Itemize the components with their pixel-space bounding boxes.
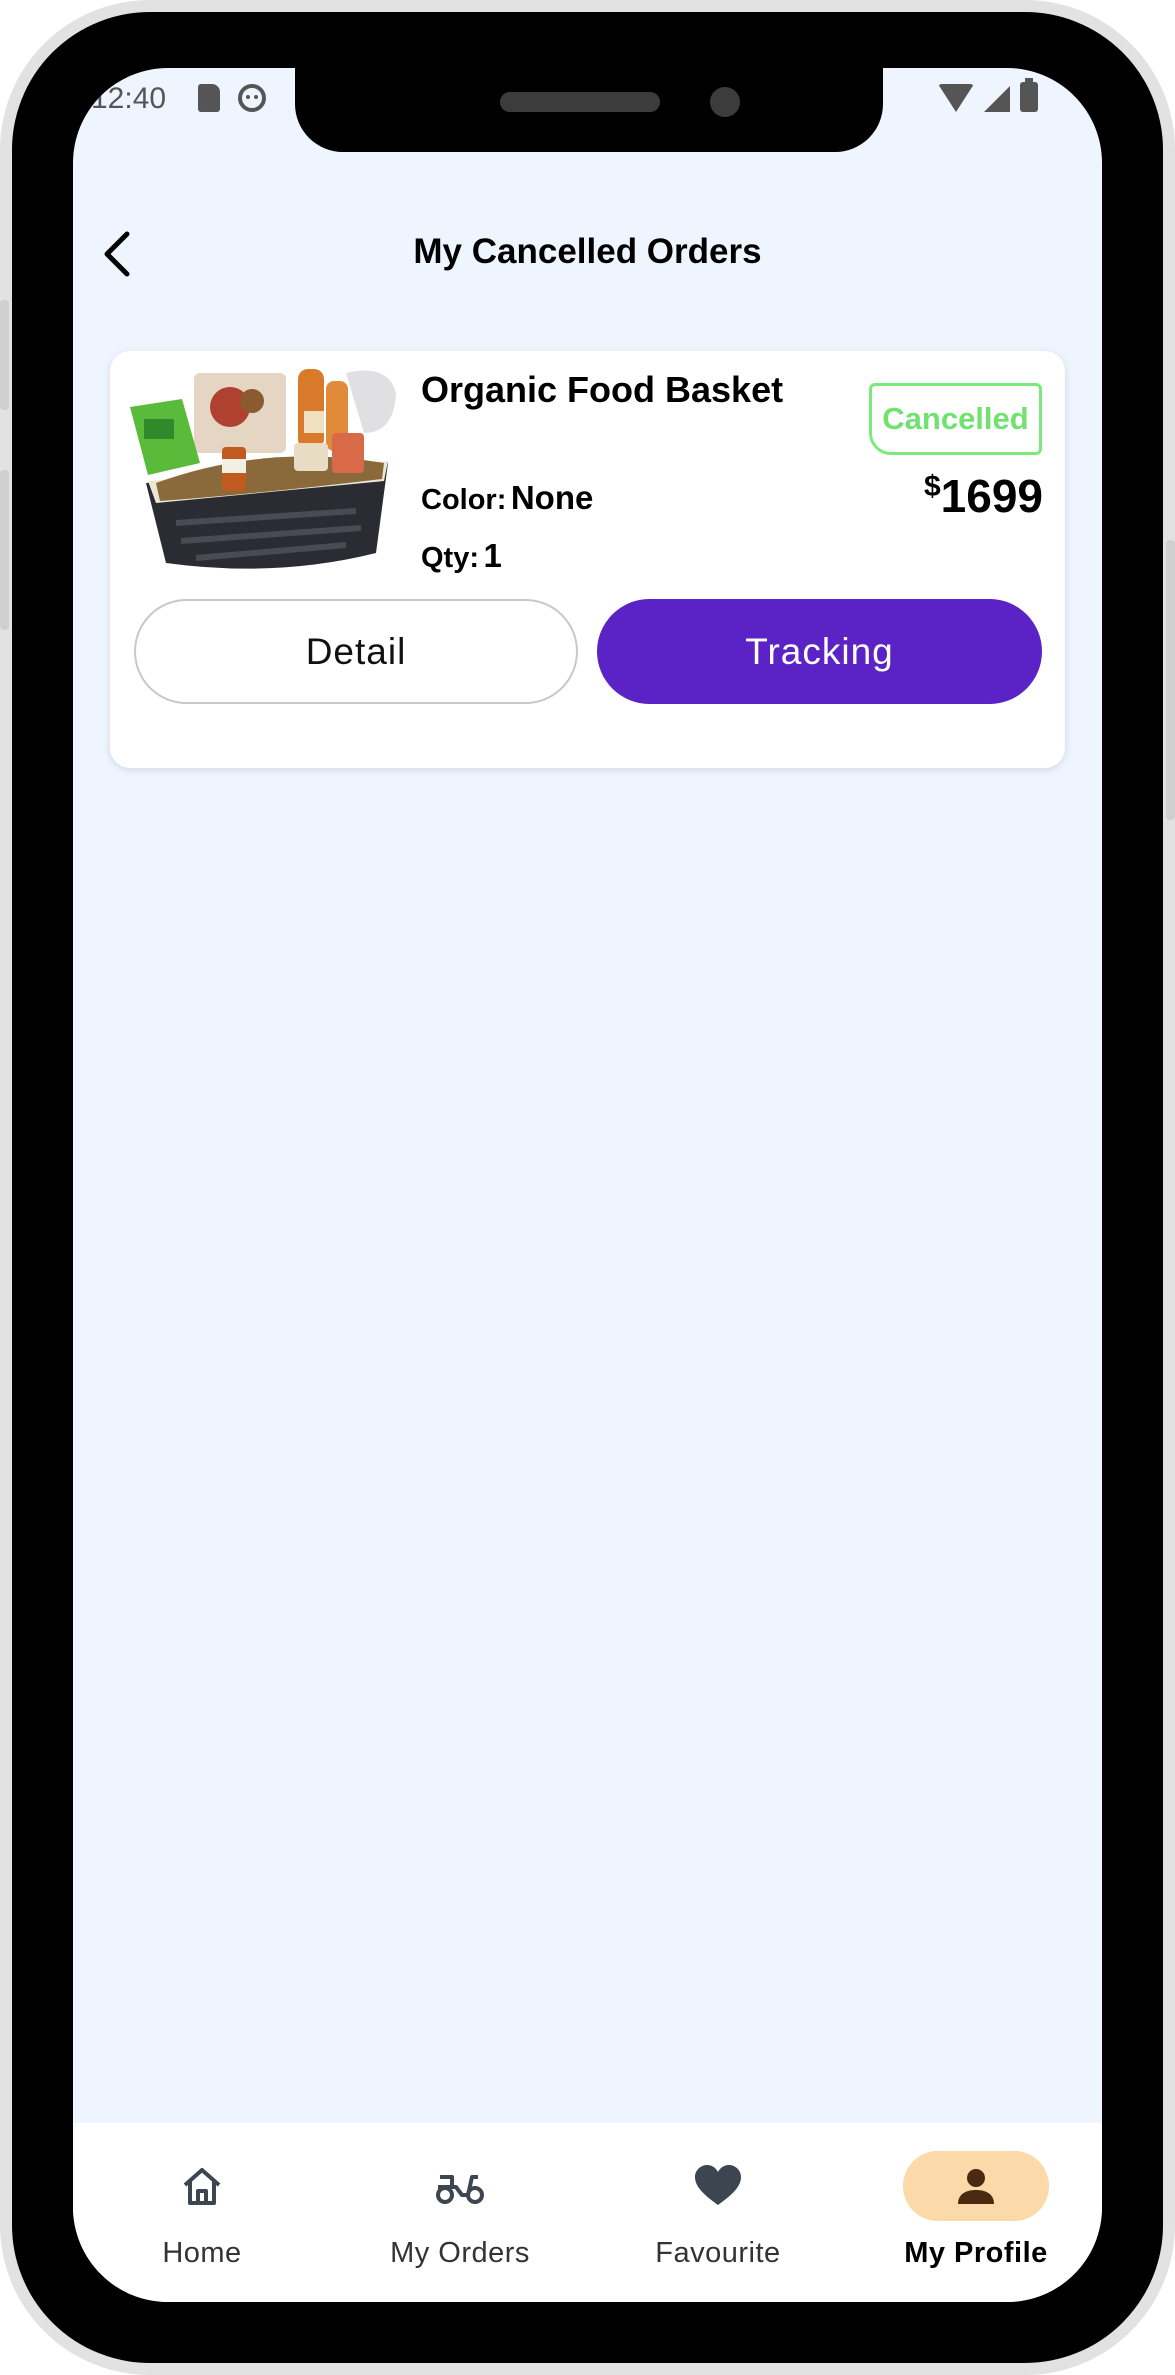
nav-label-home: Home (162, 2237, 242, 2269)
nav-label-my-orders: My Orders (390, 2237, 530, 2269)
status-icons-right (938, 78, 1038, 112)
home-icon (183, 2168, 221, 2205)
face-icon (238, 84, 266, 112)
qty-label: Qty: (421, 542, 479, 574)
nav-item-home[interactable]: Home (73, 2123, 331, 2302)
wifi-icon (938, 84, 974, 112)
product-name: Organic Food Basket (421, 369, 784, 410)
signal-icon (984, 86, 1010, 112)
nav-item-my-profile[interactable]: My Profile (847, 2123, 1102, 2302)
price: $1699 (924, 469, 1043, 523)
price-value: 1699 (940, 470, 1043, 522)
phone-side-button (1166, 540, 1175, 820)
nav-label-my-profile: My Profile (904, 2237, 1048, 2269)
phone-screen: 12:40 My Cancelled Orders Organic Food B… (73, 68, 1102, 2302)
status-time: 12:40 (91, 82, 167, 115)
speaker (500, 92, 660, 112)
camera (710, 87, 740, 117)
sd-card-icon (198, 84, 220, 112)
nav-icon-container (645, 2151, 791, 2221)
color-row: Color: None (421, 479, 593, 517)
nav-icon-container (129, 2151, 275, 2221)
status-badge: Cancelled (869, 383, 1042, 455)
color-label: Color: (421, 484, 507, 516)
phone-volume-button (0, 470, 9, 630)
color-value: None (510, 479, 594, 516)
nav-item-my-orders[interactable]: My Orders (331, 2123, 589, 2302)
order-card: Organic Food Basket Cancelled Color: Non… (110, 351, 1065, 768)
nav-item-favourite[interactable]: Favourite (589, 2123, 847, 2302)
phone-volume-button (0, 300, 9, 410)
nav-label-favourite: Favourite (655, 2237, 781, 2269)
notch (295, 68, 883, 152)
nav-icon-container (387, 2151, 533, 2221)
battery-icon (1020, 78, 1038, 112)
page-title: My Cancelled Orders (413, 232, 762, 271)
qty-value: 1 (483, 537, 502, 574)
person-icon (958, 2169, 994, 2204)
product-image (126, 363, 406, 575)
scooter-icon (436, 2175, 484, 2204)
bottom-nav: Home My Orders Favourite My Profile (73, 2123, 1102, 2302)
heart-icon (695, 2165, 741, 2205)
tracking-button[interactable]: Tracking (597, 599, 1042, 704)
currency-symbol: $ (923, 470, 941, 503)
detail-button[interactable]: Detail (134, 599, 578, 704)
status-icons-left (198, 84, 266, 112)
nav-icon-container-active (903, 2151, 1049, 2221)
qty-row: Qty: 1 (421, 537, 502, 575)
